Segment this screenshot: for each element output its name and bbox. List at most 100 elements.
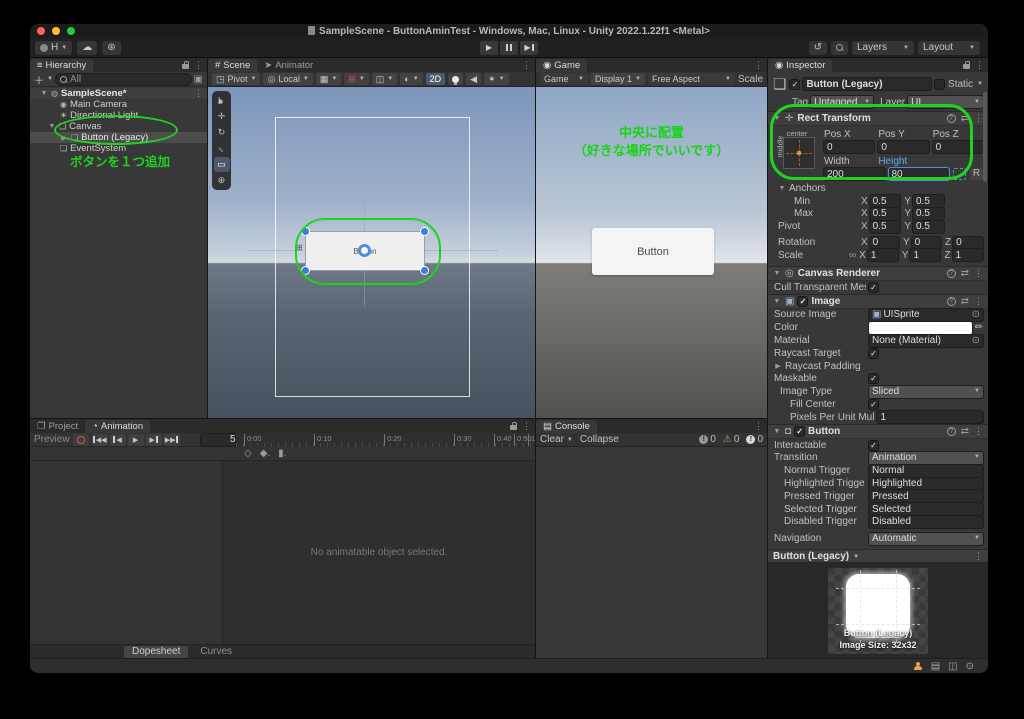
selected-trigger-field[interactable]: Selected xyxy=(869,503,983,515)
hand-tool-button[interactable]: ☛ xyxy=(214,93,230,108)
clear-button[interactable]: Clear xyxy=(540,434,564,445)
console-log-area[interactable] xyxy=(536,447,767,658)
chevron-down-icon[interactable]: ▼ xyxy=(977,81,983,87)
frame-field[interactable]: 5 xyxy=(201,434,239,446)
resize-handle[interactable] xyxy=(302,267,309,274)
rotate-tool-button[interactable]: ↻ xyxy=(214,125,230,140)
shading-dropdown[interactable]: ◐▼ xyxy=(400,73,422,85)
rect-tool-button[interactable]: ▭ xyxy=(214,157,230,172)
lock-icon[interactable] xyxy=(510,425,517,430)
tab-animator[interactable]: ➤Animator xyxy=(257,59,320,72)
lock-icon[interactable] xyxy=(963,64,970,69)
object-name-field[interactable]: Button (Legacy) xyxy=(803,78,931,90)
raw-edit-mode-button[interactable]: R xyxy=(970,168,983,180)
kebab-menu-icon[interactable]: ⋮ xyxy=(974,113,983,124)
hierarchy-item-canvas[interactable]: ▼❏Canvas xyxy=(30,121,207,132)
image-header[interactable]: ▼▣ ✓ Image ?⇄⋮ xyxy=(768,294,988,309)
canvas-renderer-header[interactable]: ▼◎ Canvas Renderer ?⇄⋮ xyxy=(768,266,988,281)
raycast-target-checkbox[interactable]: ✓ xyxy=(869,349,878,358)
layers-dropdown[interactable]: Layers▼ xyxy=(852,41,914,55)
move-tool-button[interactable]: ✛ xyxy=(214,109,230,124)
resize-handle[interactable] xyxy=(421,267,428,274)
hierarchy-item-main-camera[interactable]: ◉Main Camera xyxy=(30,99,207,110)
tab-hierarchy[interactable]: ≡Hierarchy xyxy=(30,59,93,72)
rect-transform-header[interactable]: ▼ ✛ Rect Transform ?⇄⋮ xyxy=(768,111,988,126)
kebab-menu-icon[interactable]: ⋮ xyxy=(522,421,531,432)
anchor-preset-box[interactable] xyxy=(784,138,814,168)
foldout-open-icon[interactable]: ▼ xyxy=(48,123,56,130)
image-enabled-checkbox[interactable]: ✓ xyxy=(798,297,807,306)
undo-history-button[interactable]: ↺ xyxy=(809,41,827,55)
error-count-badge[interactable]: !0 xyxy=(746,434,763,445)
tab-project[interactable]: ❐Project xyxy=(30,420,85,433)
fill-center-checkbox[interactable]: ✓ xyxy=(869,400,878,409)
scene-picker-icon[interactable]: ▣ xyxy=(194,74,203,85)
rotation-z-field[interactable]: 0 xyxy=(953,237,983,249)
eyedropper-icon[interactable]: ✏ xyxy=(975,322,983,333)
help-icon[interactable]: ? xyxy=(947,427,956,436)
rotation-x-field[interactable]: 0 xyxy=(870,237,899,249)
aspect-dropdown[interactable]: Free Aspect▼ xyxy=(648,73,735,85)
tab-animation[interactable]: ◔Animation xyxy=(85,420,150,433)
transition-dropdown[interactable]: Animation▼ xyxy=(869,452,983,464)
help-icon[interactable]: ? xyxy=(947,297,956,306)
record-button[interactable] xyxy=(73,434,89,446)
preset-icon[interactable]: ⇄ xyxy=(961,426,969,437)
object-picker-icon[interactable]: ⊙ xyxy=(972,335,980,346)
kebab-menu-icon[interactable]: ⋮ xyxy=(974,426,983,437)
first-key-button[interactable]: ◀◀ xyxy=(92,434,108,446)
preset-icon[interactable]: ⇄ xyxy=(961,113,969,124)
preset-icon[interactable]: ⇄ xyxy=(961,268,969,279)
search-button[interactable] xyxy=(831,41,848,55)
chevron-down-icon[interactable]: ▼ xyxy=(47,76,53,82)
grid-visibility-dropdown[interactable]: ▦▼ xyxy=(316,73,341,85)
lighting-toggle[interactable] xyxy=(448,73,463,85)
tab-dopesheet[interactable]: Dopesheet xyxy=(124,646,188,658)
transform-tool-button[interactable]: ⊕ xyxy=(214,173,230,188)
pressed-trigger-field[interactable]: Pressed xyxy=(869,490,983,502)
tab-curves[interactable]: Curves xyxy=(200,646,232,657)
account-button[interactable]: H▼ xyxy=(35,41,72,55)
warning-count-badge[interactable]: ⚠0 xyxy=(723,434,740,445)
chevron-down-icon[interactable]: ▼ xyxy=(567,437,573,443)
scale-z-field[interactable]: 1 xyxy=(953,249,984,261)
game-mode-dropdown[interactable]: Game▼ xyxy=(540,73,588,85)
display-dropdown[interactable]: Display 1▼ xyxy=(591,73,645,85)
hierarchy-item-button-legacy[interactable]: ▶❏Button (Legacy) xyxy=(30,132,207,143)
layer-dropdown[interactable]: UI▼ xyxy=(908,96,983,108)
collab-person-icon[interactable] xyxy=(914,662,923,671)
navigation-dropdown[interactable]: Automatic▼ xyxy=(869,533,983,545)
anchor-max-y-field[interactable]: 0.5 xyxy=(913,208,944,220)
inspector-scrollbar[interactable] xyxy=(983,92,987,182)
anchor-max-x-field[interactable]: 0.5 xyxy=(870,208,901,220)
tag-dropdown[interactable]: Untagged▼ xyxy=(811,96,873,108)
play-button[interactable]: ▶ xyxy=(480,41,498,55)
activity-check-icon[interactable]: ⊙ xyxy=(966,661,974,672)
object-picker-icon[interactable]: ⊙ xyxy=(972,309,980,320)
snap-dropdown[interactable]: ⊞▼ xyxy=(344,73,369,85)
help-icon[interactable]: ? xyxy=(947,269,956,278)
anchor-preset-widget[interactable]: center middle xyxy=(776,129,818,180)
console-status-icon[interactable]: ▤ xyxy=(931,661,940,672)
scale-x-field[interactable]: 1 xyxy=(868,249,898,261)
pivot-dropdown[interactable]: ◳Pivot▼ xyxy=(212,73,260,85)
hierarchy-search-input[interactable]: All xyxy=(56,74,191,85)
add-object-button[interactable]: ＋ xyxy=(34,72,44,87)
button-component-header[interactable]: ▼◘ ✓ Button ?⇄⋮ xyxy=(768,424,988,439)
2d-toggle[interactable]: 2D xyxy=(426,73,446,85)
pivot-gizmo[interactable] xyxy=(358,244,371,257)
anchor-min-x-field[interactable]: 0.5 xyxy=(870,195,901,207)
source-image-field[interactable]: ▣UISprite⊙ xyxy=(869,309,983,321)
resize-handle[interactable] xyxy=(302,228,309,235)
pos-z-field[interactable]: 0 xyxy=(933,141,983,153)
disabled-trigger-field[interactable]: Disabled xyxy=(869,516,983,528)
kebab-menu-icon[interactable]: ⋮ xyxy=(754,421,763,432)
width-field[interactable]: 200 xyxy=(824,168,885,180)
cache-server-icon[interactable]: ◫ xyxy=(948,661,957,672)
tab-game[interactable]: ◉Game xyxy=(536,59,587,72)
kebab-menu-icon[interactable]: ⋮ xyxy=(194,60,203,71)
blueprint-mode-button[interactable] xyxy=(953,168,966,180)
anchor-min-y-field[interactable]: 0.5 xyxy=(913,195,944,207)
normal-trigger-field[interactable]: Normal xyxy=(869,465,983,477)
scene-header-row[interactable]: ▼ ◍ SampleScene* ⋮ xyxy=(30,88,207,99)
